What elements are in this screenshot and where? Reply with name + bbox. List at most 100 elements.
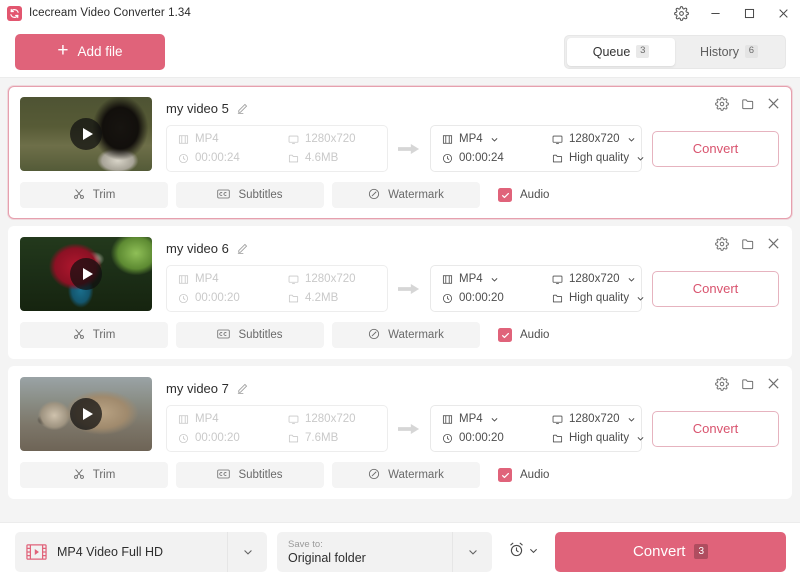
video-thumbnail[interactable]: [20, 377, 152, 451]
target-quality-dropdown[interactable]: High quality: [552, 152, 645, 164]
watermark-label: Watermark: [388, 189, 444, 201]
trim-label: Trim: [92, 189, 116, 201]
target-resolution-dropdown[interactable]: 1280x720: [552, 413, 645, 425]
card-open-folder-icon[interactable]: [741, 237, 755, 251]
settings-button[interactable]: [664, 0, 698, 26]
target-resolution-label: 1280x720: [569, 413, 620, 425]
chevron-down-icon[interactable]: [227, 531, 267, 572]
target-format-dropdown[interactable]: MP4: [442, 133, 538, 145]
queue-card[interactable]: my video 5 MP4 1280x720 00:00:24 4.6MB M…: [8, 86, 792, 219]
target-duration: 00:00:24: [442, 152, 538, 164]
queue-list: my video 5 MP4 1280x720 00:00:24 4.6MB M…: [0, 78, 800, 522]
view-tabs: Queue 3 History 6: [564, 34, 786, 69]
convert-all-button[interactable]: Convert 3: [555, 531, 786, 572]
convert-all-badge: 3: [694, 544, 709, 559]
card-actions: Trim Subtitles Watermark Audio: [20, 322, 779, 348]
rename-pencil-icon[interactable]: [236, 382, 249, 395]
convert-all-label: Convert: [632, 543, 686, 560]
audio-checkbox[interactable]: Audio: [488, 188, 549, 202]
source-duration-label: 00:00:20: [195, 292, 240, 304]
output-format-select[interactable]: MP4 Video Full HD: [15, 531, 267, 572]
file-name: my video 6: [166, 240, 229, 256]
source-format: MP4: [178, 413, 274, 425]
checkmark-icon: [498, 188, 512, 202]
chevron-down-icon[interactable]: [452, 531, 492, 572]
file-name-row: my video 5: [166, 98, 779, 118]
trim-button[interactable]: Trim: [20, 322, 168, 348]
watermark-button[interactable]: Watermark: [332, 322, 480, 348]
card-settings-gear-icon[interactable]: [715, 377, 729, 391]
rename-pencil-icon[interactable]: [236, 242, 249, 255]
play-icon: [70, 118, 102, 150]
target-info-box: MP4 1280x720 00:00:20 High quality: [430, 265, 645, 312]
target-info-box: MP4 1280x720 00:00:20 High quality: [430, 405, 645, 452]
card-convert-button[interactable]: Convert: [652, 130, 779, 167]
source-format-label: MP4: [195, 413, 219, 425]
subtitles-button[interactable]: Subtitles: [176, 462, 324, 488]
target-quality-dropdown[interactable]: High quality: [552, 292, 645, 304]
target-quality-dropdown[interactable]: High quality: [552, 432, 645, 444]
target-duration-label: 00:00:20: [459, 432, 504, 444]
target-format-dropdown[interactable]: MP4: [442, 413, 538, 425]
source-duration: 00:00:20: [178, 432, 274, 444]
close-button[interactable]: [766, 0, 800, 26]
card-convert-button[interactable]: Convert: [652, 270, 779, 307]
chevron-down-icon: [490, 415, 499, 424]
audio-label: Audio: [520, 189, 550, 201]
target-resolution-dropdown[interactable]: 1280x720: [552, 133, 645, 145]
audio-checkbox[interactable]: Audio: [488, 328, 549, 342]
trim-button[interactable]: Trim: [20, 462, 168, 488]
card-body: my video 6 MP4 1280x720 00:00:20 4.2MB M…: [166, 237, 779, 312]
tab-queue[interactable]: Queue 3: [567, 37, 675, 66]
queue-card[interactable]: my video 6 MP4 1280x720 00:00:20 4.2MB M…: [8, 226, 792, 359]
target-duration: 00:00:20: [442, 432, 538, 444]
card-settings-gear-icon[interactable]: [715, 97, 729, 111]
watermark-icon: [368, 328, 380, 343]
watermark-button[interactable]: Watermark: [332, 182, 480, 208]
source-format: MP4: [178, 273, 274, 285]
card-remove-icon[interactable]: [767, 237, 780, 251]
video-thumbnail[interactable]: [20, 97, 152, 171]
queue-card[interactable]: my video 7 MP4 1280x720 00:00:20 7.6MB M…: [8, 366, 792, 499]
chevron-down-icon: [627, 415, 636, 424]
trim-button[interactable]: Trim: [20, 182, 168, 208]
target-resolution-dropdown[interactable]: 1280x720: [552, 273, 645, 285]
save-to-select[interactable]: Save to: Original folder: [277, 531, 492, 572]
chevron-down-icon: [627, 275, 636, 284]
video-thumbnail[interactable]: [20, 237, 152, 311]
schedule-timer-button[interactable]: [504, 535, 543, 569]
minimize-button[interactable]: [698, 0, 732, 26]
source-info-box: MP4 1280x720 00:00:24 4.6MB: [166, 125, 388, 172]
play-icon: [70, 258, 102, 290]
add-file-label: Add file: [77, 44, 123, 59]
scissors-icon: [73, 188, 85, 203]
card-convert-button[interactable]: Convert: [652, 410, 779, 447]
tab-history[interactable]: History 6: [675, 38, 783, 66]
watermark-button[interactable]: Watermark: [332, 462, 480, 488]
target-format-label: MP4: [459, 133, 483, 145]
card-open-folder-icon[interactable]: [741, 97, 755, 111]
alarm-clock-icon: [508, 541, 525, 563]
audio-checkbox[interactable]: Audio: [488, 468, 549, 482]
target-info-box: MP4 1280x720 00:00:24 High quality: [430, 125, 645, 172]
rename-pencil-icon[interactable]: [236, 102, 249, 115]
card-settings-gear-icon[interactable]: [715, 237, 729, 251]
add-file-button[interactable]: + Add file: [15, 33, 165, 70]
subtitles-button[interactable]: Subtitles: [176, 182, 324, 208]
card-open-folder-icon[interactable]: [741, 377, 755, 391]
scissors-icon: [73, 328, 85, 343]
card-body: my video 7 MP4 1280x720 00:00:20 7.6MB M…: [166, 377, 779, 452]
subtitles-label: Subtitles: [238, 329, 283, 341]
app-window: Icecream Video Converter 1.34 + Add file…: [0, 0, 800, 580]
checkmark-icon: [498, 328, 512, 342]
card-remove-icon[interactable]: [767, 377, 780, 391]
subtitles-button[interactable]: Subtitles: [176, 322, 324, 348]
card-remove-icon[interactable]: [767, 97, 780, 111]
target-quality-label: High quality: [569, 292, 630, 304]
maximize-button[interactable]: [732, 0, 766, 26]
source-format: MP4: [178, 133, 274, 145]
chevron-down-icon: [490, 275, 499, 284]
target-format-dropdown[interactable]: MP4: [442, 273, 538, 285]
source-resolution-label: 1280x720: [305, 133, 356, 145]
play-icon: [70, 398, 102, 430]
